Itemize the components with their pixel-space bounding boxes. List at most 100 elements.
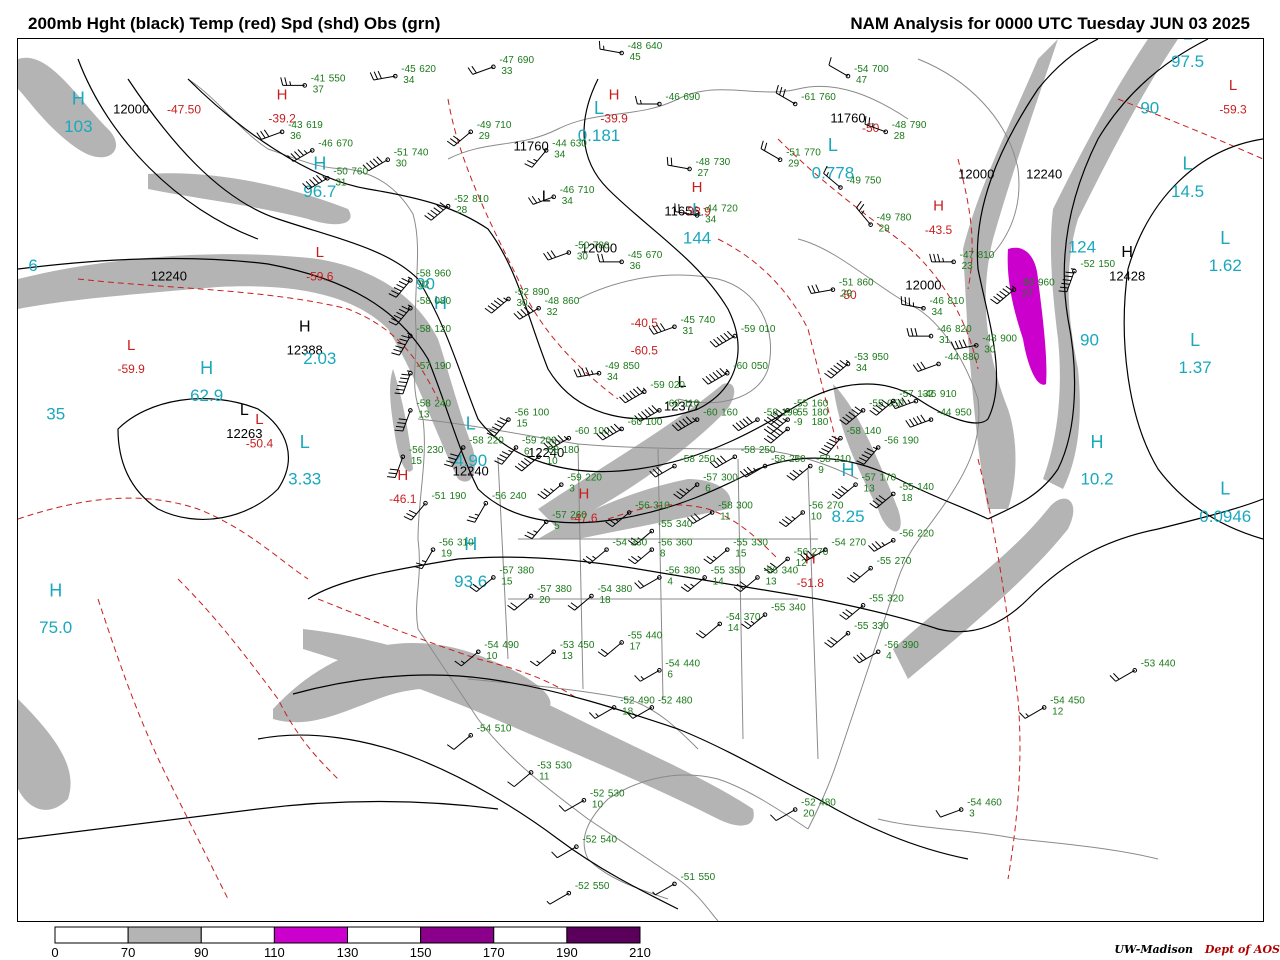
station-obs: -54 370 14 (695, 612, 761, 639)
temperature-center-marker: H (692, 179, 703, 196)
wind-barb-feather (513, 312, 520, 320)
colorbar-segments (54, 926, 641, 944)
speed-center-marker: H (49, 581, 62, 601)
wind-barb-feather (453, 135, 461, 142)
wind-barb-feather (958, 340, 963, 349)
obs-temperature: -60 (733, 361, 748, 372)
station-obs: -54 330 (582, 538, 648, 565)
obs-temperature: -60 (703, 408, 718, 419)
colorbar-tick-label: 0 (51, 945, 58, 960)
temperature-label: -51.8 (797, 576, 825, 590)
wind-barb-half-feather (537, 197, 541, 202)
obs-height: 230 (427, 445, 444, 456)
wind-barb-feather (854, 406, 862, 413)
obs-height: 390 (902, 640, 919, 651)
obs-height: 460 (985, 798, 1002, 809)
wind-barb-staff (474, 502, 487, 523)
obs-dewpoint-depression: 30 (396, 159, 408, 170)
isotherm-2 (18, 497, 309, 580)
obs-dewpoint-depression: 36 (290, 131, 302, 142)
obs-temperature: -59 (741, 324, 756, 335)
wind-barb-feather (837, 488, 846, 495)
obs-dewpoint-depression: 34 (705, 214, 717, 225)
wind-barb-feather (516, 310, 524, 318)
wind-barb-feather (726, 330, 734, 338)
colorbar-tick-label: 210 (629, 945, 651, 960)
wind-barb-feather (789, 472, 797, 479)
wind-barb-feather (996, 293, 1004, 300)
wind-barb-staff (828, 64, 849, 77)
wind-barb-staff (901, 303, 924, 309)
wind-barb-feather (962, 339, 967, 348)
wind-barb-staff (292, 149, 313, 162)
wind-barb-feather (294, 151, 301, 158)
obs-dewpoint-depression: 15 (411, 456, 423, 467)
height-center-marker: L (240, 402, 249, 419)
wind-barb-feather (845, 609, 853, 615)
wind-barb-feather (551, 851, 558, 859)
temperature-center-marker: H (277, 86, 288, 103)
wind-barb-feather (446, 140, 455, 147)
station-obs: -53 450 13 (529, 640, 595, 667)
station-obs: -53 440 (1109, 658, 1176, 682)
wind-barb-feather (466, 519, 475, 523)
obs-dewpoint-depression: 19 (441, 549, 453, 560)
station-obs: -54 700 47 (828, 57, 889, 86)
obs-dewpoint-depression: 30 (577, 252, 589, 263)
obs-height: 100 (532, 408, 549, 419)
wind-barb-feather (622, 394, 630, 402)
wind-barb-feather (398, 381, 407, 384)
weather-map[interactable]: 12000 11760 11760 12000 12240 12240 11656 12000… (17, 38, 1264, 922)
obs-dewpoint-depression: 14 (713, 576, 725, 587)
wind-barb-half-feather (639, 99, 642, 105)
wind-barb-staff (261, 131, 283, 140)
wind-barb-feather (827, 370, 835, 376)
obs-temperature: -48 (892, 120, 907, 131)
station-obs: -50 780 30 (543, 241, 610, 263)
wind-barb-staff (667, 164, 690, 170)
speed-label: 144 (683, 228, 711, 247)
obs-height: 380 (683, 565, 700, 576)
obs-dewpoint-depression: 6 (705, 484, 711, 495)
map-canvas[interactable]: 12000117601176012000 12240122401165612000… (18, 39, 1263, 921)
temperature-label: -60.5 (631, 344, 659, 358)
wind-barb-half-feather (421, 560, 427, 563)
wind-barb-feather (909, 418, 915, 427)
station-obs: -52 480 20 (770, 798, 836, 822)
colorbar-segment (493, 926, 568, 944)
obs-height: 720 (721, 203, 738, 214)
wind-barb-feather (631, 555, 639, 562)
wind-barb-feather (778, 521, 787, 528)
obs-temperature: -55 (771, 603, 786, 614)
wind-barb-feather (716, 336, 724, 344)
wind-barb-feather (656, 466, 663, 474)
obs-temperature: -56 (763, 565, 778, 576)
wind-barb-feather (424, 215, 432, 221)
wind-barb-feather (703, 558, 711, 565)
wind-barb-staff (421, 549, 434, 569)
station-obs: -57 380 20 (507, 584, 572, 611)
wind-barb-feather (543, 488, 551, 495)
wind-barb-half-feather (942, 257, 945, 262)
obs-temperature: -55 (869, 398, 884, 409)
station-obs: -51 860 29 (807, 278, 874, 300)
jet-shade-pacific-south (18, 699, 71, 810)
wind-barb-feather (573, 369, 578, 378)
obs-height: 550 (593, 881, 610, 892)
station-obs: -56 380 4 (634, 565, 700, 589)
wind-barb-half-feather (303, 150, 308, 154)
isotherm-10 (97, 598, 229, 900)
obs-height: 080 (434, 296, 451, 307)
obs-height: 700 (872, 64, 889, 75)
wind-barb-staff (853, 567, 871, 583)
wind-barb-feather (670, 157, 673, 166)
obs-height: 820 (955, 324, 972, 335)
wind-barb-staff (1115, 669, 1135, 682)
wind-barb-feather (709, 340, 717, 348)
wind-barb-feather (510, 602, 518, 609)
colorbar-ticks: 0 70 90 110 130 150 170 190 210 (51, 945, 650, 960)
speed-center-marker: H (313, 154, 326, 174)
wind-barb-staff (599, 48, 622, 54)
obs-dewpoint-depression: 29 (479, 131, 491, 142)
obs-height: 300 (736, 500, 753, 511)
